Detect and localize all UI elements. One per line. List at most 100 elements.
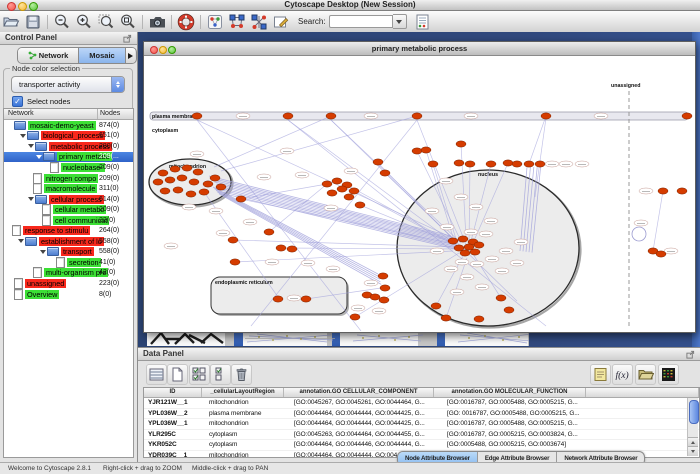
network-node[interactable] [431,303,441,309]
network-node[interactable] [199,189,209,195]
network-node[interactable] [355,202,365,208]
network-node[interactable] [458,236,468,242]
tree-row[interactable]: biological_process651(0) [4,131,133,142]
table-scrollbar[interactable] [687,398,698,456]
network-node[interactable] [370,294,380,300]
table-cell[interactable]: YPL036W__2 [144,409,205,419]
tree-row[interactable]: macromolecule311(0) [4,183,133,194]
network-window-titlebar[interactable]: primary metabolic process [144,42,695,56]
network-node[interactable] [677,188,687,194]
network-node[interactable] [524,161,534,167]
disclosure-triangle-icon[interactable] [40,250,46,254]
network-node[interactable] [412,148,422,154]
network-node[interactable] [350,314,360,320]
network-node[interactable] [465,161,475,167]
column-header[interactable]: _cellularLayoutRegion [202,388,284,397]
network-node[interactable] [496,295,506,301]
scrollbar-thumb[interactable] [689,400,699,424]
search-dropdown-button[interactable] [393,14,407,29]
network-node[interactable] [373,159,383,165]
table-cell[interactable]: [GO:0016787, GO:0005488, GO:0005215, G..… [443,398,598,408]
disclosure-triangle-icon[interactable] [28,144,34,148]
network-node[interactable] [448,238,458,244]
save-session-button[interactable] [22,12,44,31]
import-attributes-button[interactable] [635,364,656,385]
network-node[interactable] [158,170,168,176]
new-attribute-button[interactable] [167,364,188,385]
table-cell[interactable]: YLR295C [144,430,205,440]
network-node[interactable] [332,178,342,184]
open-file-button[interactable] [0,12,22,31]
tab-network[interactable]: Network [18,48,78,63]
tree-row[interactable]: multi-organism pro42(0) [4,268,133,279]
network-node[interactable] [428,161,438,167]
network-canvas[interactable]: plasma membranecytoplasmmitochondrionnuc… [144,56,695,331]
unselect-attributes-button[interactable] [210,364,231,385]
zoom-in-button[interactable] [73,12,95,31]
network-node[interactable] [203,181,213,187]
zoom-selected-region-button[interactable] [95,12,117,31]
search-input[interactable] [329,15,393,28]
network-node[interactable] [541,113,551,119]
tree-row[interactable]: primary metabo209(... [4,152,133,163]
network-node[interactable] [170,166,180,172]
table-cell[interactable]: mitochondrion [205,451,290,458]
table-cell[interactable]: YDR039C__1 [144,451,205,458]
table-cell[interactable]: mitochondrion [205,419,290,429]
table-row[interactable]: YLR295Ccytoplasm[GO:0045263, GO:0044464,… [144,430,699,441]
table-row[interactable]: YJR121W__1mitochondrion[GO:0045267, GO:0… [144,398,699,409]
table-cell[interactable]: [GO:0016787, GO:0005215, GO:0003824, G..… [443,430,598,440]
notes-button[interactable] [590,364,611,385]
table-cell[interactable]: cytoplasm [205,440,290,450]
table-row[interactable]: YKR052Ccytoplasm[GO:0044464, GO:0044446,… [144,440,699,451]
network-node[interactable] [380,170,390,176]
select-all-rows-button[interactable] [146,364,167,385]
annotate-button[interactable] [270,12,292,31]
table-row[interactable]: YPL036W__2plasma membrane[GO:0044464, GO… [144,409,699,420]
network-node[interactable] [177,175,187,181]
network-node[interactable] [186,191,196,197]
tree-row[interactable]: Overview8(0) [4,289,133,300]
attribute-matrix-button[interactable] [658,364,679,385]
network-node[interactable] [421,147,431,153]
attribute-browser-button[interactable] [412,12,434,31]
network-node[interactable] [474,316,484,322]
network-node[interactable] [380,285,390,291]
table-cell[interactable]: [GO:0044464, GO:0044446, GO:0044444, G..… [290,440,443,450]
table-cell[interactable]: plasma membrane [205,409,290,419]
network-node[interactable] [189,179,199,185]
network-node[interactable] [230,259,240,265]
table-cell[interactable]: [GO:0005488, GO:0005215, GO:0003674] [443,440,598,450]
tab-overflow-arrow[interactable] [125,48,135,63]
network-node[interactable] [173,187,183,193]
network-node[interactable] [216,184,226,190]
tree-row[interactable]: nucleobase-209(0) [4,162,133,173]
network-node[interactable] [210,175,220,181]
table-cell[interactable]: [GO:0045263, GO:0044464, GO:0044455, G..… [290,430,443,440]
network-node[interactable] [192,113,202,119]
network-node[interactable] [512,161,522,167]
tree-row[interactable]: nitrogen compo209(0) [4,173,133,184]
zoom-out-button[interactable] [51,12,73,31]
delete-attribute-button[interactable] [231,364,252,385]
disclosure-triangle-icon[interactable] [18,239,24,243]
tree-row[interactable]: mosaic-demo-yeast874(0) [4,120,133,131]
disclosure-triangle-icon[interactable] [36,155,42,159]
network-node[interactable] [486,161,496,167]
network-snapshot-button[interactable] [146,12,168,31]
table-cell[interactable]: [GO:0045267, GO:0045261, GO:0044464, G..… [290,398,443,408]
disclosure-triangle-icon[interactable] [20,134,26,138]
table-cell[interactable]: YPL036W__1 [144,419,205,429]
scroll-down-button[interactable] [688,446,698,456]
tree-row[interactable]: response to stimulu264(0) [4,225,133,236]
network-node[interactable] [379,297,389,303]
network-node[interactable] [327,190,337,196]
network-node[interactable] [441,315,451,321]
network-node[interactable] [182,165,192,171]
network-node[interactable] [301,296,311,302]
network-node[interactable] [322,181,332,187]
network-node[interactable] [337,186,347,192]
column-header[interactable]: annotation.GO CELLULAR_COMPONENT [284,388,434,397]
layout-force-button[interactable] [248,12,270,31]
table-cell[interactable]: YKR052C [144,440,205,450]
